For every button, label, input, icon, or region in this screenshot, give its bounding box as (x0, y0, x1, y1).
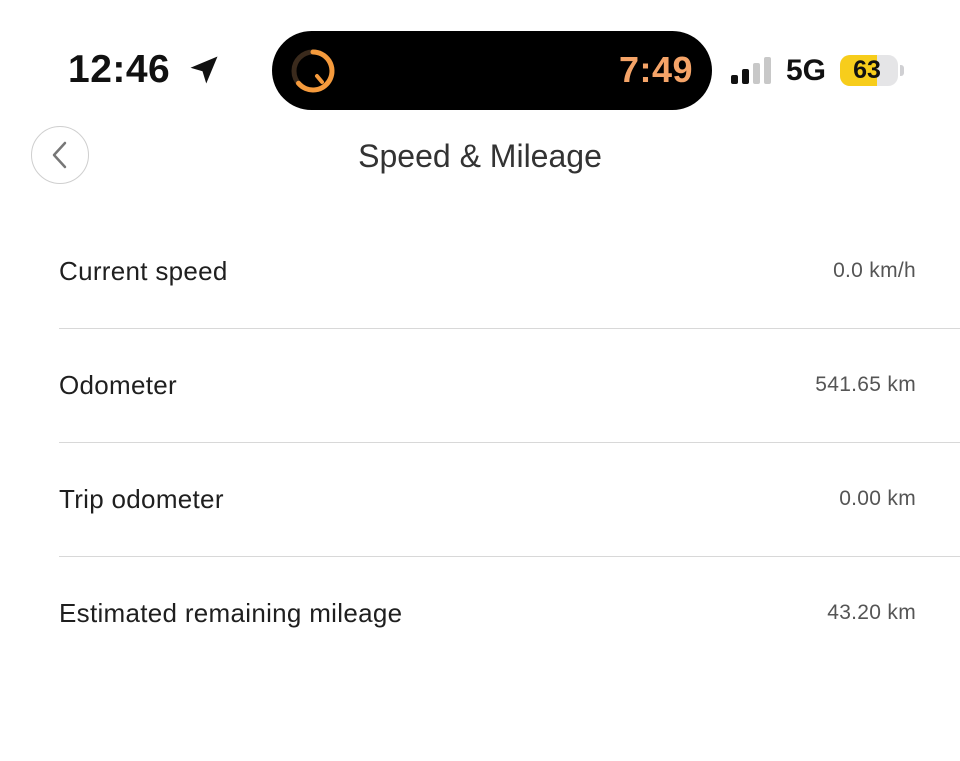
network-type: 5G (786, 54, 827, 87)
row-label: Estimated remaining mileage (59, 598, 403, 628)
timer-countdown: 7:49 (618, 49, 693, 90)
row-value: 541.65 km (815, 373, 916, 396)
row-value: 0.00 km (839, 487, 916, 510)
page-title: Speed & Mileage (358, 138, 602, 174)
timer-ring-icon (291, 49, 335, 93)
row-odometer: Odometer 541.65 km (59, 329, 960, 443)
dynamic-island[interactable]: 7:49 (272, 31, 712, 110)
battery-cap (900, 65, 904, 76)
row-value: 43.20 km (827, 601, 916, 624)
row-estimated-remaining-mileage: Estimated remaining mileage 43.20 km (59, 557, 960, 670)
row-value: 0.0 km/h (833, 259, 916, 282)
signal-bars-icon (731, 57, 771, 84)
stats-list: Current speed 0.0 km/h Odometer 541.65 k… (0, 215, 960, 670)
status-time: 12:46 (68, 48, 171, 91)
battery-level: 63 (853, 56, 881, 84)
battery-indicator: 63 (840, 55, 898, 86)
row-trip-odometer: Trip odometer 0.00 km (59, 443, 960, 557)
row-label: Trip odometer (59, 484, 224, 514)
row-label: Current speed (59, 256, 228, 286)
row-current-speed: Current speed 0.0 km/h (59, 215, 960, 329)
row-label: Odometer (59, 370, 178, 400)
location-arrow-icon (190, 56, 218, 84)
